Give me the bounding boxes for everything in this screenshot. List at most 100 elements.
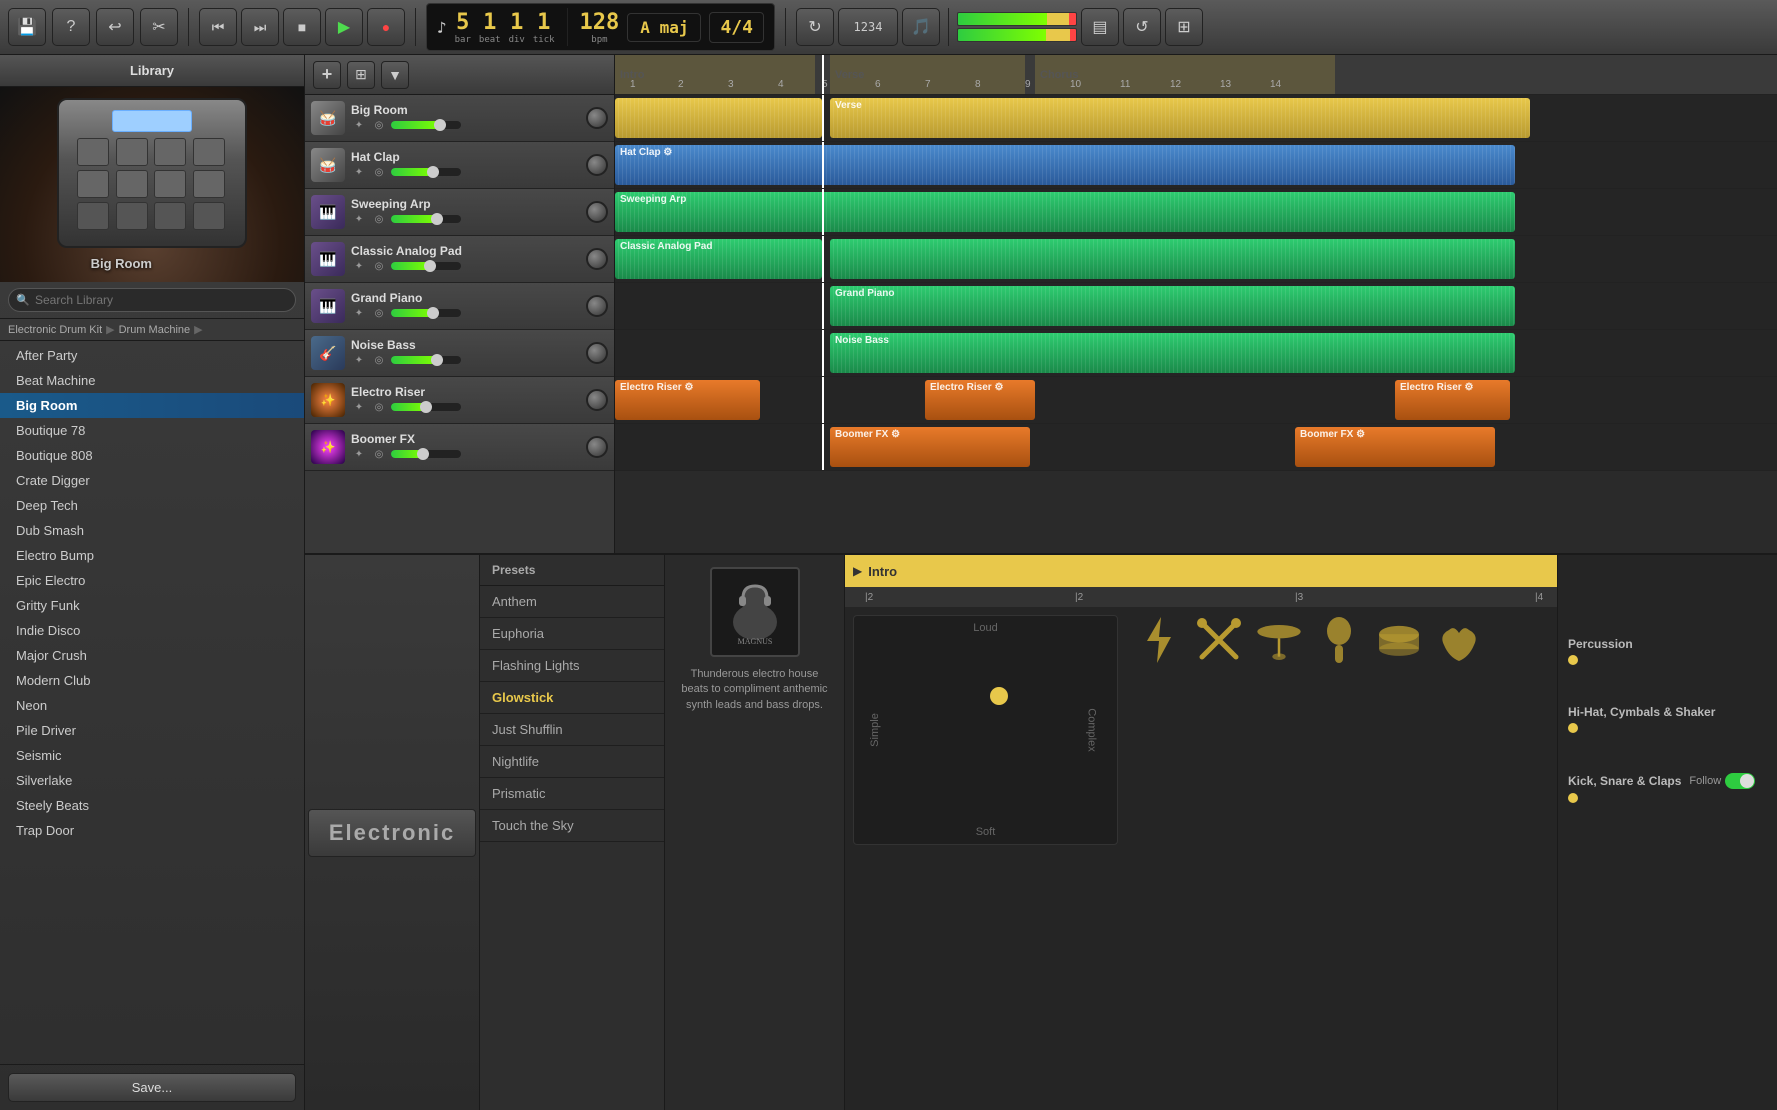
track-pan-boomer-fx[interactable] <box>586 436 608 458</box>
clip-grand-piano-main[interactable]: Grand Piano <box>830 286 1515 326</box>
timeline[interactable]: Intro Verse Chorus 1 2 3 4 5 6 7 <box>615 55 1777 553</box>
track-solo-sweeping-arp[interactable]: ◎ <box>371 211 387 227</box>
track-solo-boomer-fx[interactable]: ◎ <box>371 446 387 462</box>
track-pan-sweeping-arp[interactable] <box>586 201 608 223</box>
clip-electro-riser-1[interactable]: Electro Riser ⚙ <box>615 380 760 420</box>
library-item-major-crush[interactable]: Major Crush <box>0 643 304 668</box>
timeline-track-noise-bass[interactable]: Noise Bass <box>615 330 1777 377</box>
track-pan-analog-pad[interactable] <box>586 248 608 270</box>
track-pan-grand-piano[interactable] <box>586 295 608 317</box>
track-pan-noise-bass[interactable] <box>586 342 608 364</box>
clip-boomer-fx-1[interactable]: Boomer FX ⚙ <box>830 427 1030 467</box>
library-item-neon[interactable]: Neon <box>0 693 304 718</box>
clip-hat-clap-main[interactable]: Hat Clap ⚙ <box>615 145 1515 185</box>
library-item-electro-bump[interactable]: Electro Bump <box>0 543 304 568</box>
track-fader-hat-clap[interactable] <box>391 168 461 176</box>
track-fader-big-room[interactable] <box>391 121 461 129</box>
clip-analog-pad-intro[interactable]: Classic Analog Pad <box>615 239 822 279</box>
clip-electro-riser-3[interactable]: Electro Riser ⚙ <box>1395 380 1510 420</box>
track-mute-sweeping-arp[interactable]: ✦ <box>351 211 367 227</box>
track-mute-big-room[interactable]: ✦ <box>351 117 367 133</box>
track-solo-grand-piano[interactable]: ◎ <box>371 305 387 321</box>
cut-button[interactable]: ✂ <box>140 8 178 46</box>
library-item-dub-smash[interactable]: Dub Smash <box>0 518 304 543</box>
library-item-deep-tech[interactable]: Deep Tech <box>0 493 304 518</box>
preset-anthem[interactable]: Anthem <box>480 586 664 618</box>
track-mute-noise-bass[interactable]: ✦ <box>351 352 367 368</box>
clip-analog-pad-main[interactable] <box>830 239 1515 279</box>
track-solo-noise-bass[interactable]: ◎ <box>371 352 387 368</box>
track-pan-big-room[interactable] <box>586 107 608 129</box>
timeline-track-boomer-fx[interactable]: Boomer FX ⚙ Boomer FX ⚙ <box>615 424 1777 471</box>
track-filter-button[interactable]: ▼ <box>381 61 409 89</box>
track-fader-analog-pad[interactable] <box>391 262 461 270</box>
kick-dot[interactable] <box>1568 793 1578 803</box>
loop-button[interactable]: ↩ <box>96 8 134 46</box>
metronome-button[interactable]: 🎵 <box>902 8 940 46</box>
sync-button[interactable]: ↻ <box>796 8 834 46</box>
library-item-gritty-funk[interactable]: Gritty Funk <box>0 593 304 618</box>
library-item-trap-door[interactable]: Trap Door <box>0 818 304 843</box>
track-fader-noise-bass[interactable] <box>391 356 461 364</box>
clip-big-room-intro[interactable] <box>615 98 822 138</box>
follow-switch[interactable] <box>1725 773 1755 789</box>
library-item-crate-digger[interactable]: Crate Digger <box>0 468 304 493</box>
timeline-track-big-room[interactable]: Verse <box>615 95 1777 142</box>
beat-play-icon[interactable]: ▶ <box>853 564 862 578</box>
library-item-beat-machine[interactable]: Beat Machine <box>0 368 304 393</box>
clip-noise-bass-main[interactable]: Noise Bass <box>830 333 1515 373</box>
library-item-seismic[interactable]: Seismic <box>0 743 304 768</box>
add-track-button[interactable]: + <box>313 61 341 89</box>
hihat-dot[interactable] <box>1568 723 1578 733</box>
library-item-boutique-808[interactable]: Boutique 808 <box>0 443 304 468</box>
track-solo-electro-riser[interactable]: ◎ <box>371 399 387 415</box>
record-button[interactable]: ● <box>367 8 405 46</box>
track-mute-analog-pad[interactable]: ✦ <box>351 258 367 274</box>
clip-electro-riser-2[interactable]: Electro Riser ⚙ <box>925 380 1035 420</box>
key-display[interactable]: A maj <box>627 13 701 42</box>
library-item-epic-electro[interactable]: Epic Electro <box>0 568 304 593</box>
preset-flashing-lights[interactable]: Flashing Lights <box>480 650 664 682</box>
track-pan-hat-clap[interactable] <box>586 154 608 176</box>
timeline-track-hat-clap[interactable]: Hat Clap ⚙ <box>615 142 1777 189</box>
percussion-dot[interactable] <box>1568 655 1578 665</box>
timeline-track-analog-pad[interactable]: Classic Analog Pad <box>615 236 1777 283</box>
library-item-steely-beats[interactable]: Steely Beats <box>0 793 304 818</box>
preset-euphoria[interactable]: Euphoria <box>480 618 664 650</box>
track-mute-boomer-fx[interactable]: ✦ <box>351 446 367 462</box>
clip-sweeping-arp-main[interactable]: Sweeping Arp <box>615 192 1515 232</box>
breadcrumb-link-2[interactable]: Drum Machine <box>119 324 191 336</box>
library-item-silverlake[interactable]: Silverlake <box>0 768 304 793</box>
signature-display[interactable]: 4/4 <box>709 12 764 43</box>
preset-glowstick[interactable]: Glowstick <box>480 682 664 714</box>
track-fader-sweeping-arp[interactable] <box>391 215 461 223</box>
track-fader-grand-piano[interactable] <box>391 309 461 317</box>
clip-boomer-fx-2[interactable]: Boomer FX ⚙ <box>1295 427 1495 467</box>
library-item-boutique-78[interactable]: Boutique 78 <box>0 418 304 443</box>
library-item-indie-disco[interactable]: Indie Disco <box>0 618 304 643</box>
library-item-after-party[interactable]: After Party <box>0 343 304 368</box>
save-button[interactable]: 💾 <box>8 8 46 46</box>
output-button[interactable]: ⊞ <box>1165 8 1203 46</box>
xy-dot[interactable] <box>990 687 1008 705</box>
play-button[interactable]: ▶ <box>325 8 363 46</box>
track-fader-boomer-fx[interactable] <box>391 450 461 458</box>
search-input[interactable] <box>8 288 296 312</box>
track-fader-electro-riser[interactable] <box>391 403 461 411</box>
clip-big-room-verse[interactable]: Verse <box>830 98 1530 138</box>
track-view-button[interactable]: ⊞ <box>347 61 375 89</box>
rewind-button[interactable]: ⏮ <box>199 8 237 46</box>
mixer-button[interactable]: ▤ <box>1081 8 1119 46</box>
timeline-track-electro-riser[interactable]: Electro Riser ⚙ Electro Riser ⚙ Electro … <box>615 377 1777 424</box>
genre-panel[interactable]: Electronic <box>305 555 480 1110</box>
library-item-modern-club[interactable]: Modern Club <box>0 668 304 693</box>
library-item-big-room[interactable]: Big Room <box>0 393 304 418</box>
track-mute-hat-clap[interactable]: ✦ <box>351 164 367 180</box>
track-solo-analog-pad[interactable]: ◎ <box>371 258 387 274</box>
preset-touch-the-sky[interactable]: Touch the Sky <box>480 810 664 842</box>
stop-button[interactable]: ■ <box>283 8 321 46</box>
undo-button[interactable]: ↺ <box>1123 8 1161 46</box>
xy-pad[interactable]: Loud Soft Simple Complex <box>853 615 1118 845</box>
breadcrumb-link-1[interactable]: Electronic Drum Kit <box>8 324 102 336</box>
genre-label[interactable]: Electronic <box>308 809 476 857</box>
